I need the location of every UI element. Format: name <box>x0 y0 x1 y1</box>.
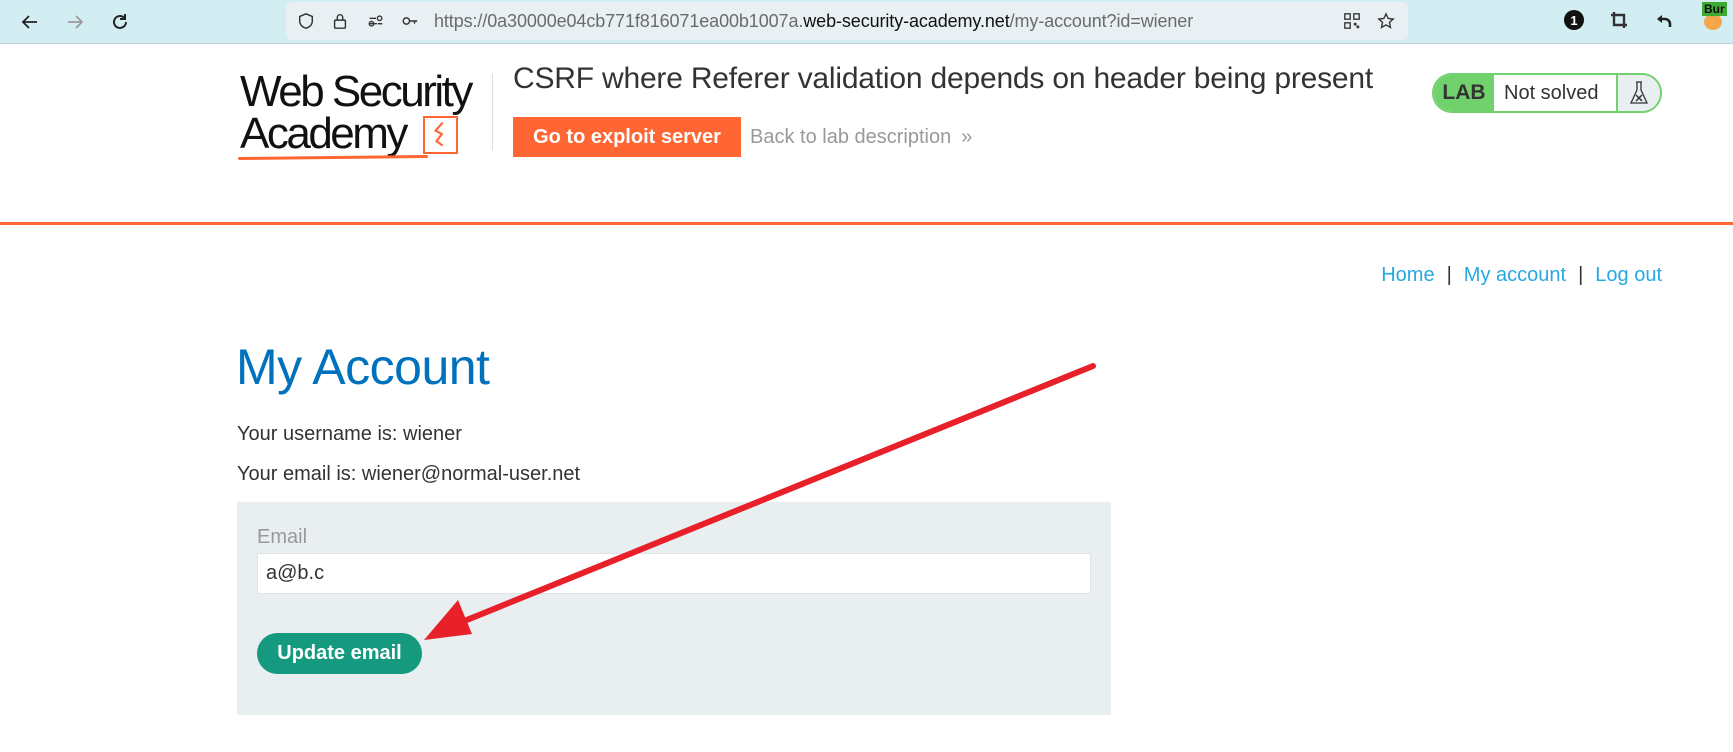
page-title: My Account <box>236 339 490 395</box>
my-account-link[interactable]: My account <box>1464 264 1566 287</box>
lab-status-widget: LAB Not solved <box>1432 73 1662 113</box>
permissions-icon[interactable] <box>366 11 386 31</box>
crop-icon[interactable] <box>1608 9 1630 31</box>
burp-extension-button[interactable]: Bur <box>1698 2 1727 32</box>
notification-badge[interactable]: 1 <box>1563 9 1585 31</box>
address-bar[interactable]: https://0a30000e04cb771f816071ea00b1007a… <box>286 2 1408 40</box>
logo-line-2: Academy <box>240 109 408 158</box>
email-input[interactable] <box>257 553 1091 594</box>
email-label: Email <box>257 526 308 548</box>
back-to-lab-description-link[interactable]: Back to lab description » <box>750 126 972 149</box>
double-chevron-right-icon: » <box>961 126 973 148</box>
url-path: /my-account?id=wiener <box>1009 11 1194 31</box>
shield-icon[interactable] <box>296 11 316 31</box>
update-email-button[interactable]: Update email <box>257 633 422 674</box>
lab-badge: LAB <box>1434 75 1494 111</box>
lab-status-text: Not solved <box>1494 75 1618 111</box>
header-divider-rule <box>0 222 1733 225</box>
logo-underline <box>237 155 429 160</box>
undo-icon[interactable] <box>1653 9 1675 31</box>
web-security-academy-logo[interactable]: Web Security Academy <box>237 67 490 162</box>
qr-code-icon[interactable] <box>1342 11 1362 31</box>
go-to-exploit-server-button[interactable]: Go to exploit server <box>513 117 741 157</box>
back-link-label: Back to lab description <box>750 126 952 148</box>
header-divider <box>492 74 493 150</box>
email-info: Your email is: wiener@normal-user.net <box>237 463 581 485</box>
notification-count: 1 <box>1564 10 1584 30</box>
back-button[interactable] <box>16 8 44 36</box>
bookmark-star-icon[interactable] <box>1376 11 1396 31</box>
url-text[interactable]: https://0a30000e04cb771f816071ea00b1007a… <box>434 11 1193 32</box>
forward-button[interactable] <box>61 8 89 36</box>
change-email-form: Email Update email <box>237 502 1111 715</box>
browser-toolbar: https://0a30000e04cb771f816071ea00b1007a… <box>0 0 1733 44</box>
flask-icon <box>1618 75 1660 111</box>
username-info: Your username is: wiener <box>237 423 462 445</box>
burp-extension-icon <box>1704 14 1722 30</box>
key-icon[interactable] <box>400 11 420 31</box>
account-nav: Home | My account | Log out <box>1381 264 1662 287</box>
url-domain: web-security-academy.net <box>803 11 1010 31</box>
home-link[interactable]: Home <box>1381 264 1434 287</box>
nav-separator: | <box>1578 264 1584 286</box>
lock-icon[interactable] <box>330 11 350 31</box>
log-out-link[interactable]: Log out <box>1595 264 1662 287</box>
lab-title: CSRF where Referer validation depends on… <box>513 62 1373 95</box>
burp-extension-label: Bur <box>1702 2 1727 16</box>
nav-separator: | <box>1446 264 1452 286</box>
arrow-right-icon <box>68 15 84 29</box>
reload-icon <box>113 14 127 29</box>
logo-line-1: Web Security <box>240 67 473 116</box>
reload-button[interactable] <box>106 8 134 36</box>
logo-lightning-icon <box>423 116 458 154</box>
url-prefix: https://0a30000e04cb771f816071ea00b1007a… <box>434 11 804 31</box>
arrow-left-icon <box>21 15 37 29</box>
